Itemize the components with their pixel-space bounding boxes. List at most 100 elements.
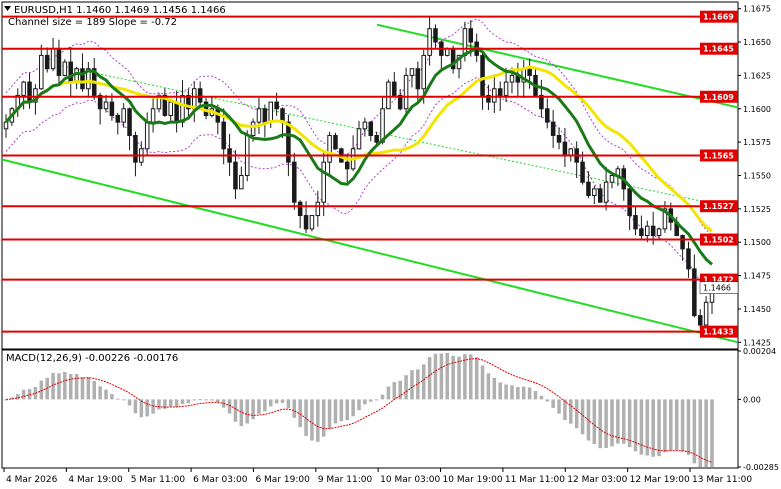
macd-bar xyxy=(157,399,161,410)
candle-body xyxy=(256,108,262,123)
macd-bar xyxy=(192,399,197,401)
macd-bar xyxy=(421,364,426,400)
candle-body xyxy=(62,61,68,76)
macd-bar xyxy=(227,399,232,414)
macd-bar xyxy=(274,399,279,404)
macd-bar xyxy=(251,399,255,420)
x-tick-label: 4 Mar 2026 xyxy=(6,475,58,485)
candle-body xyxy=(315,201,321,217)
y-tick-label: 1.1525 xyxy=(743,205,771,214)
level-label: 1.1669 xyxy=(703,13,734,22)
macd-bar xyxy=(469,354,473,400)
macd-bar xyxy=(704,399,708,467)
candle-body xyxy=(586,181,591,197)
candle-body xyxy=(603,181,609,203)
macd-bar xyxy=(263,399,267,412)
x-tick-label: 12 Mar 03:00 xyxy=(567,475,627,485)
candle-body xyxy=(274,101,279,110)
macd-bar xyxy=(292,399,297,418)
macd-panel-frame xyxy=(1,349,739,469)
macd-bar xyxy=(639,399,644,455)
candle-body xyxy=(503,81,509,96)
candle-body xyxy=(362,121,368,130)
macd-bar xyxy=(486,373,491,400)
macd-bar xyxy=(145,399,149,417)
candle-body xyxy=(292,161,297,203)
macd-bar xyxy=(510,385,514,400)
candle-body xyxy=(3,121,9,130)
macd-bar xyxy=(374,399,379,401)
candle-body xyxy=(133,134,138,163)
macd-bar xyxy=(598,399,602,449)
x-tick-label: 10 Mar 03:00 xyxy=(380,475,440,485)
macd-bar xyxy=(557,399,561,414)
candle-body xyxy=(250,121,256,136)
candle-body xyxy=(303,215,309,230)
macd-bar xyxy=(445,352,450,400)
macd-bar xyxy=(68,374,73,400)
macd-bar xyxy=(539,395,544,400)
chart-canvas: 1.1669 1.1645 1.1609 1.1565 1.1527 1.1502 1.14… xyxy=(1,1,779,485)
level-label: 1.1433 xyxy=(703,328,734,337)
x-tick-label: 6 Mar 03:00 xyxy=(193,475,248,485)
y-tick-label: 1.1425 xyxy=(743,338,771,347)
candle-body xyxy=(27,81,32,103)
candle-body xyxy=(374,134,379,143)
candle-body xyxy=(415,68,421,90)
macd-bar xyxy=(216,399,220,403)
macd-bar xyxy=(569,399,573,424)
y-tick-label: 1.1575 xyxy=(743,138,771,147)
candle-body xyxy=(527,68,532,76)
x-tick-label: 4 Mar 19:00 xyxy=(68,475,123,485)
candle-body xyxy=(703,301,709,326)
candle-body xyxy=(580,161,585,183)
macd-bar xyxy=(316,399,320,442)
candle-body xyxy=(197,88,203,103)
macd-bar xyxy=(433,353,438,400)
macd-bar xyxy=(280,399,285,403)
macd-bar xyxy=(457,356,461,400)
macd-bar xyxy=(174,399,179,408)
candle-body xyxy=(239,175,244,190)
candle-body xyxy=(68,61,73,83)
macd-bar xyxy=(521,386,526,400)
macd-bar xyxy=(674,399,679,451)
candle-body xyxy=(297,201,303,217)
candle-body xyxy=(680,235,685,250)
macd-bar xyxy=(180,399,185,404)
x-tick-label: 13 Mar 11:00 xyxy=(692,475,752,485)
x-tick-label: 9 Mar 11:00 xyxy=(318,475,373,485)
candle-body xyxy=(409,68,415,76)
candle-body xyxy=(180,94,185,123)
candle-body xyxy=(168,101,173,116)
macd-bar xyxy=(310,399,314,441)
macd-bar xyxy=(333,399,338,424)
macd-bar xyxy=(233,399,238,422)
macd-bar xyxy=(133,399,138,414)
candle-body xyxy=(421,54,426,90)
candle-body xyxy=(109,101,115,116)
macd-bar xyxy=(104,389,108,400)
macd-bar xyxy=(21,389,26,400)
macd-bar xyxy=(574,399,579,429)
candle-body xyxy=(150,108,156,123)
macd-bar xyxy=(551,399,555,408)
candle-body xyxy=(56,48,62,76)
macd-bar xyxy=(327,399,332,429)
macd-bar xyxy=(504,384,508,400)
candle-body xyxy=(497,88,503,96)
macd-bar xyxy=(245,399,249,424)
macd-bar xyxy=(186,399,191,404)
x-tick-label: 6 Mar 19:00 xyxy=(255,475,310,485)
macd-bar xyxy=(86,377,91,400)
y-tick-label: 1.1650 xyxy=(743,38,771,47)
macd-bar xyxy=(63,371,67,400)
candle-body xyxy=(427,28,432,56)
candle-body xyxy=(39,54,44,90)
candle-body xyxy=(144,121,150,150)
candle-body xyxy=(556,134,562,143)
macd-bar xyxy=(610,399,614,447)
macd-bar xyxy=(80,377,85,400)
candle-body xyxy=(480,54,485,96)
candle-body xyxy=(444,48,450,56)
